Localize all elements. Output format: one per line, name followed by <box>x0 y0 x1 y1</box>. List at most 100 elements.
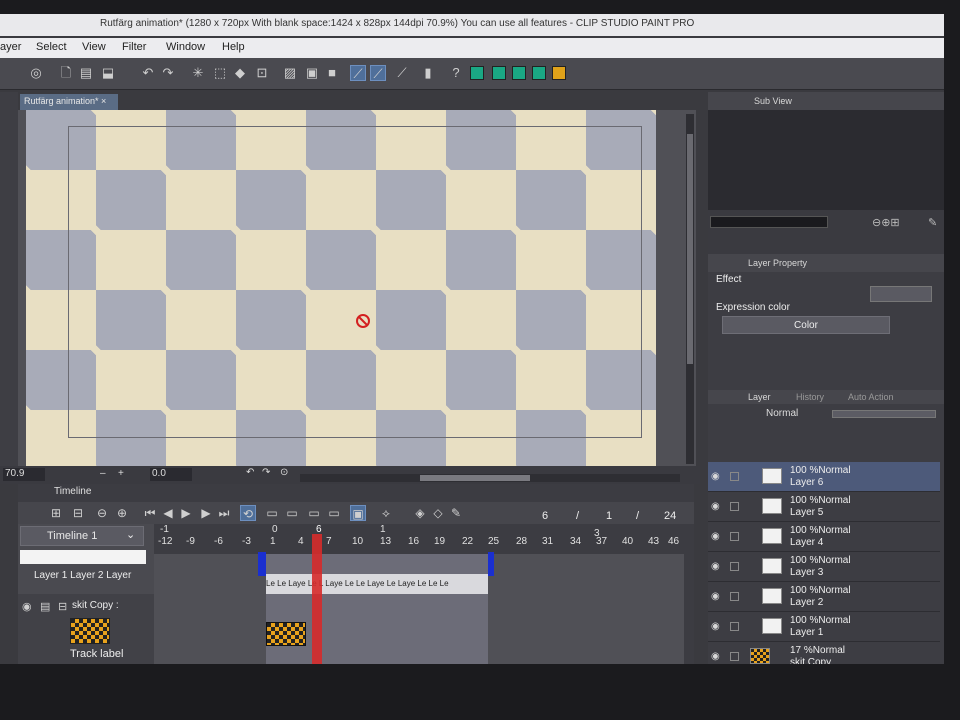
snap-grid-icon[interactable]: ⟋ <box>394 65 410 81</box>
playhead[interactable] <box>312 534 322 664</box>
expression-color-select[interactable]: Color <box>722 316 890 334</box>
layer-row[interactable]: ◉ 100 %Normal Layer 5 <box>708 492 940 522</box>
color-swatch-4[interactable] <box>532 66 546 80</box>
layer-checkbox[interactable] <box>730 532 739 541</box>
redo-icon[interactable]: ↷ <box>160 65 176 81</box>
blend-mode-select[interactable]: Normal <box>766 408 798 419</box>
menu-filter[interactable]: Filter <box>122 41 146 53</box>
zoom-in-timeline-icon[interactable]: ⊕ <box>114 505 130 521</box>
keyframe-type-icon[interactable]: ⟡ <box>378 505 394 521</box>
specify-cels-icon[interactable]: ▭ <box>284 505 300 521</box>
color-swatch-1[interactable] <box>470 66 484 80</box>
new-timeline-icon[interactable]: ⊞ <box>48 505 64 521</box>
previous-frame-icon[interactable]: ◀ <box>160 505 176 521</box>
eye-icon[interactable]: ◉ <box>711 651 720 662</box>
keyframe-icon[interactable]: ▭ <box>306 505 322 521</box>
layer-row[interactable]: ◉ 100 %Normal Layer 2 <box>708 582 940 612</box>
eye-icon[interactable]: ◉ <box>711 621 720 632</box>
app-icon[interactable]: ◎ <box>28 65 44 81</box>
layer-checkbox[interactable] <box>730 562 739 571</box>
timeline-tab[interactable]: Timeline <box>54 486 91 497</box>
edit-pen-icon[interactable]: ✎ <box>448 505 464 521</box>
tab-sub-view[interactable]: Sub View <box>754 96 792 106</box>
invert-selection-icon[interactable]: ▣ <box>304 65 320 81</box>
tab-history[interactable]: History <box>796 392 824 402</box>
effect-buttons[interactable] <box>870 286 932 302</box>
zoom-out-timeline-icon[interactable]: ⊖ <box>94 505 110 521</box>
scroll-thumb[interactable] <box>420 475 530 481</box>
layer-row[interactable]: ◉ 100 %Normal Layer 3 <box>708 552 940 582</box>
next-frame-icon[interactable]: ▶ <box>198 505 214 521</box>
eye-icon[interactable]: ◉ <box>711 531 720 542</box>
layer-checkbox[interactable] <box>730 502 739 511</box>
eye-icon[interactable]: ◉ <box>711 561 720 572</box>
open-file-icon[interactable]: ▤ <box>78 65 94 81</box>
tab-layer-property[interactable]: Layer Property <box>748 258 807 268</box>
show-selection-icon[interactable]: ■ <box>324 65 340 81</box>
color-swatch-2[interactable] <box>492 66 506 80</box>
layer-row[interactable]: ◉ 100 %Normal Layer 1 <box>708 612 940 642</box>
canvas-horizontal-scrollbar[interactable] <box>300 474 680 482</box>
layer-row[interactable]: ◉ 100 %Normal Layer 6 <box>708 462 940 492</box>
new-file-icon[interactable]: 🗋 <box>58 65 74 81</box>
clear-outside-icon[interactable]: ⬚ <box>212 65 228 81</box>
rotate-right-icon[interactable]: ↷ <box>262 467 270 478</box>
menu-help[interactable]: Help <box>222 41 245 53</box>
new-animation-cel-icon[interactable]: ▭ <box>264 505 280 521</box>
rotation-field[interactable]: 0.0 <box>150 468 192 481</box>
eye-icon[interactable]: ◉ <box>711 501 720 512</box>
zoom-out-button[interactable]: – <box>100 468 106 479</box>
edit-timeline-icon[interactable]: ⊟ <box>70 505 86 521</box>
layer-checkbox[interactable] <box>730 652 739 661</box>
eye-icon[interactable]: ◉ <box>711 471 720 482</box>
layer-row[interactable]: ◉ 100 %Normal Layer 4 <box>708 522 940 552</box>
enable-keyframes-icon[interactable]: ◈ <box>412 505 428 521</box>
tab-auto-action[interactable]: Auto Action <box>848 392 894 402</box>
save-icon[interactable]: ⬓ <box>100 65 116 81</box>
rotate-left-icon[interactable]: ↶ <box>246 467 254 478</box>
timeline-ruler[interactable]: -1 0 6 1 3 -12 -9 -6 -3 1 4 7 10 13 16 1… <box>154 524 684 554</box>
layer-checkbox[interactable] <box>730 622 739 631</box>
menu-view[interactable]: View <box>82 41 106 53</box>
layer-checkbox[interactable] <box>730 592 739 601</box>
menu-select[interactable]: Select <box>36 41 67 53</box>
onion-skin-icon[interactable]: ▭ <box>326 505 342 521</box>
play-icon[interactable]: ▶ <box>178 505 194 521</box>
go-last-frame-icon[interactable]: ⏭ <box>216 505 232 521</box>
zoom-controls-icon[interactable]: ⊖⊕⊞ <box>872 216 900 229</box>
fill-icon[interactable]: ◆ <box>232 65 248 81</box>
timeline-grid[interactable]: Le Le Laye Le L Laye Le Le Laye Le Laye … <box>154 534 684 664</box>
eye-icon[interactable]: ◉ <box>711 591 720 602</box>
loop-icon[interactable]: ⟲ <box>240 505 256 521</box>
device-icon[interactable]: ▮ <box>420 65 436 81</box>
undo-icon[interactable]: ↶ <box>140 65 156 81</box>
document-tab[interactable]: Rutfärg animation* × <box>20 94 118 110</box>
zoom-field[interactable]: 70.9 <box>3 468 45 481</box>
canvas-area[interactable] <box>18 110 696 466</box>
snap-ruler-icon[interactable]: ⟋ <box>350 65 366 81</box>
reset-rotation-icon[interactable]: ⊙ <box>280 467 288 478</box>
chevron-down-icon[interactable]: ⌄ <box>126 528 135 541</box>
menu-window[interactable]: Window <box>166 41 205 53</box>
color-swatch-3[interactable] <box>512 66 526 80</box>
layer-row[interactable]: ◉ 17 %Normal skit Copy <box>708 642 940 664</box>
transform-icon[interactable]: ⊡ <box>254 65 270 81</box>
eye-icon[interactable]: ◉ <box>22 600 32 613</box>
clip-icon[interactable]: ◇ <box>430 505 446 521</box>
color-swatch-5[interactable] <box>552 66 566 80</box>
menu-layer[interactable]: ayer <box>0 41 21 53</box>
end-frame-marker[interactable] <box>488 552 494 576</box>
go-first-frame-icon[interactable]: ⏮ <box>142 505 158 521</box>
opacity-slider[interactable] <box>832 410 936 418</box>
show-cel-icon[interactable]: ▣ <box>350 505 366 521</box>
track-row[interactable]: ◉ ▤ ⊟ skit Copy : Track label <box>18 594 154 664</box>
deselect-icon[interactable]: ▨ <box>282 65 298 81</box>
track-clip[interactable] <box>266 622 306 646</box>
canvas-vertical-scrollbar[interactable] <box>686 114 694 464</box>
zoom-in-button[interactable]: + <box>118 468 124 479</box>
cel-strip[interactable]: Le Le Laye Le L Laye Le Le Laye Le Laye … <box>266 574 488 594</box>
help-icon[interactable]: ? <box>448 65 464 81</box>
navigator-preview[interactable] <box>710 216 828 228</box>
start-frame-marker[interactable] <box>258 552 266 576</box>
layer-checkbox[interactable] <box>730 472 739 481</box>
